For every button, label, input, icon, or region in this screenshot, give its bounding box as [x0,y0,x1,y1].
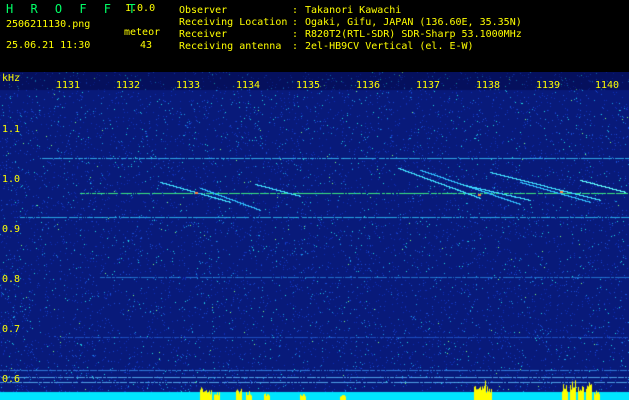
spectrogram-canvas [0,72,629,400]
location-value: Ogaki, Gifu, JAPAN (136.60E, 35.35N) [305,17,522,28]
x-tick-label: 1138 [475,80,501,91]
antenna-sep: : [292,41,299,52]
receiver-value: R820T2(RTL-SDR) SDR-Sharp 53.1000MHz [305,29,522,40]
y-tick-label: 0.9 [2,224,21,235]
x-tick-label: 1137 [415,80,441,91]
x-tick-label: 1135 [295,80,321,91]
mode-label: meteor [124,27,161,38]
spectrogram-area [0,72,629,400]
app-version: 1.0.0 [125,3,156,14]
observer-value: Takanori Kawachi [305,5,402,16]
y-tick-label: 1.1 [2,124,21,135]
x-tick-label: 1133 [175,80,201,91]
location-label: Receiving Location [179,17,288,28]
antenna-label: Receiving antenna [179,41,282,52]
antenna-value: 2el-HB9CV Vertical (el. E-W) [305,41,474,52]
x-tick-label: 1136 [355,80,381,91]
x-tick-label: 1132 [115,80,141,91]
observer-label: Observer [179,5,228,16]
filename-text: 2506211130.png [6,19,91,30]
x-tick-label: 1140 [594,80,620,91]
receiver-sep: : [292,29,299,40]
y-tick-label: 1.0 [2,174,21,185]
meteor-count: 43 [140,40,153,51]
location-sep: : [292,17,299,28]
x-tick-label: 1139 [535,80,561,91]
receiver-label: Receiver [179,29,228,40]
y-tick-label: 0.6 [2,374,21,385]
datetime-text: 25.06.21 11:30 [6,40,91,51]
x-tick-label: 1134 [235,80,261,91]
y-axis-unit: kHz [2,73,21,84]
y-tick-label: 0.8 [2,274,21,285]
x-tick-label: 1131 [55,80,81,91]
y-tick-label: 0.7 [2,324,21,335]
observer-sep: : [292,5,299,16]
app-logo: H R O F F T [6,2,141,16]
header-panel: H R O F F T 1.0.0 2506211130.png 25.06.2… [0,0,629,72]
